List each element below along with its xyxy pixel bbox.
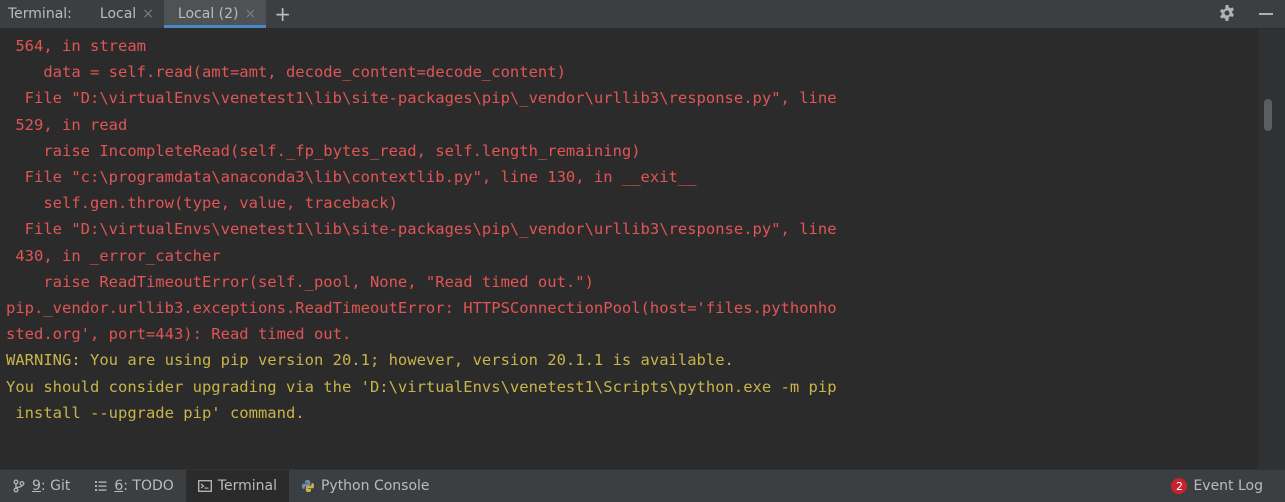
todo-tool-button[interactable]: 6 : TODO: [82, 470, 185, 502]
terminal-line: raise IncompleteRead(self._fp_bytes_read…: [6, 141, 641, 160]
terminal-line: 430, in _error_catcher: [6, 246, 221, 265]
todo-label: : TODO: [123, 478, 174, 494]
python-icon: [301, 479, 315, 493]
terminal-title: Terminal:: [8, 6, 72, 22]
ide-terminal-window: Terminal: Local × Local (2) × + 564, in …: [0, 0, 1285, 502]
terminal-line: WARNING: You are using pip version 20.1;…: [6, 351, 734, 370]
close-icon[interactable]: ×: [142, 6, 154, 22]
terminal-line: 529, in read: [6, 115, 128, 134]
minus-icon[interactable]: [1259, 13, 1273, 15]
terminal-tab-bar: Terminal: Local × Local (2) × +: [0, 0, 1285, 29]
terminal-lines: 564, in stream data = self.read(amt=amt,…: [6, 33, 837, 426]
tool-window-bar: 9 : Git 6 : TODO Terminal Python Console…: [0, 469, 1285, 502]
terminal-tool-button[interactable]: Terminal: [185, 470, 289, 502]
terminal-output[interactable]: 564, in stream data = self.read(amt=amt,…: [0, 29, 1258, 469]
git-branch-icon: [12, 479, 26, 493]
python-console-button[interactable]: Python Console: [289, 470, 442, 502]
scroll-thumb[interactable]: [1264, 99, 1272, 131]
python-console-label: Python Console: [320, 478, 430, 494]
terminal-line: data = self.read(amt=amt, decode_content…: [6, 63, 566, 82]
terminal-line: File "D:\virtualEnvs\venetest1\lib\site-…: [6, 89, 837, 108]
event-log-button[interactable]: 2 Event Log: [1171, 470, 1263, 502]
terminal-icon: [197, 479, 212, 493]
terminal-line: You should consider upgrading via the 'D…: [6, 377, 837, 396]
gear-icon[interactable]: [1217, 4, 1237, 24]
tab-label: Local: [99, 6, 137, 22]
tab-local-2[interactable]: Local (2) ×: [163, 0, 267, 28]
list-icon: [94, 479, 108, 493]
event-log-label: Event Log: [1193, 478, 1263, 494]
terminal-line: pip._vendor.urllib3.exceptions.ReadTimeo…: [6, 299, 837, 318]
terminal-line: File "c:\programdata\anaconda3\lib\conte…: [6, 168, 697, 187]
terminal-line: install --upgrade pip' command.: [6, 403, 305, 422]
terminal-line: 564, in stream: [6, 37, 146, 55]
git-tool-button[interactable]: 9 : Git: [0, 470, 82, 502]
terminal-label: Terminal: [217, 478, 277, 494]
todo-shortcut: 6: [114, 478, 124, 494]
notification-badge: 2: [1171, 478, 1188, 494]
terminal-line: self.gen.throw(type, value, traceback): [6, 194, 398, 213]
git-label: : Git: [40, 478, 71, 494]
vertical-scrollbar[interactable]: [1258, 29, 1285, 469]
git-shortcut: 9: [32, 478, 41, 494]
tab-local[interactable]: Local ×: [86, 0, 164, 28]
tab-label: Local (2): [177, 6, 239, 22]
terminal-line: raise ReadTimeoutError(self._pool, None,…: [6, 272, 594, 291]
terminal-line: sted.org', port=443): Read timed out.: [6, 325, 352, 344]
terminal-line: File "D:\virtualEnvs\venetest1\lib\site-…: [6, 220, 837, 239]
close-icon[interactable]: ×: [245, 6, 257, 22]
add-tab-button[interactable]: +: [274, 4, 291, 24]
